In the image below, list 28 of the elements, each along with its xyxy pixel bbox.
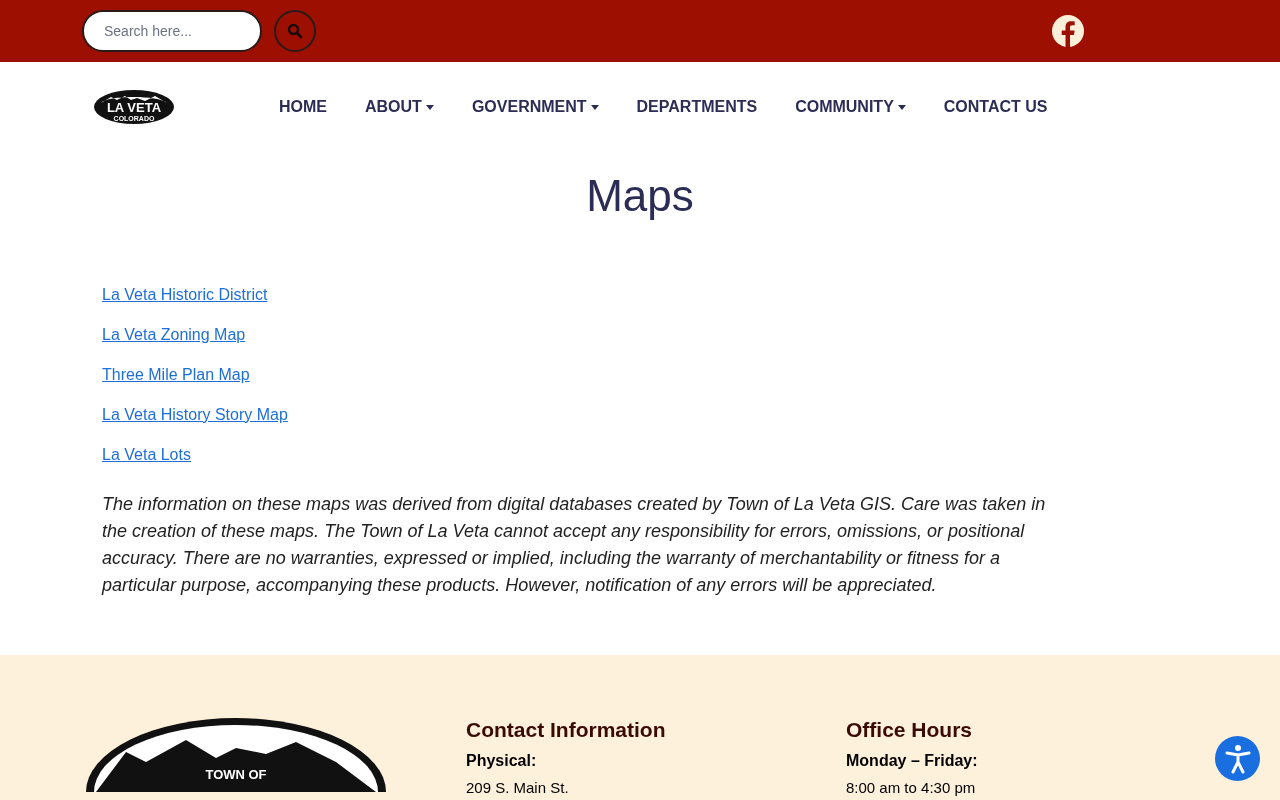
footer-text: 8:00 am to 4:30 pm — [846, 778, 977, 798]
map-link[interactable]: La Veta Historic District — [102, 284, 268, 305]
footer-logo: TOWN OF — [86, 717, 386, 792]
search-button[interactable] — [274, 10, 316, 52]
search-field[interactable]: Search here... — [82, 10, 262, 52]
nav-link[interactable]: DEPARTMENTS — [636, 95, 758, 119]
map-link[interactable]: Three Mile Plan Map — [102, 364, 250, 385]
nav-link[interactable]: HOME — [279, 95, 327, 119]
footer-heading: Office Hours — [846, 717, 974, 743]
nav-link[interactable]: CONTACT US — [943, 95, 1048, 119]
accessibility-icon — [1224, 743, 1251, 774]
page-title: Maps — [585, 174, 695, 218]
caret-icon — [590, 104, 599, 110]
footer-heading: Contact Information — [466, 717, 667, 743]
caret-icon — [897, 104, 906, 110]
search-icon — [287, 23, 303, 39]
disclaimer-text: The information on these maps was derived from digital databases created by Town of La Veta GIS. Care was taken in the creation of these maps. The Town of La Veta cannot accept any responsibility for errors, omissions, or positional accuracy. There are no warranties, expressed or implied, including the warranty of merchantability or fitness for a particular purpose, accompanying these products. However, notification of any errors will be appreciated. — [102, 493, 1047, 597]
nav-link[interactable]: ABOUT — [365, 95, 434, 119]
footer-label: Physical: — [466, 751, 538, 771]
caret-icon — [425, 104, 434, 110]
map-link[interactable]: La Veta Zoning Map — [102, 324, 246, 345]
nav-link[interactable]: COMMUNITY — [795, 95, 906, 119]
map-link[interactable]: La Veta Lots — [102, 444, 191, 465]
footer-text: 209 S. Main St. — [466, 778, 570, 798]
facebook-icon[interactable] — [1052, 15, 1084, 47]
footer-label: Monday – Friday: — [846, 751, 979, 771]
nav-link[interactable]: GOVERNMENT — [471, 95, 599, 119]
map-link[interactable]: La Veta History Story Map — [102, 404, 288, 425]
